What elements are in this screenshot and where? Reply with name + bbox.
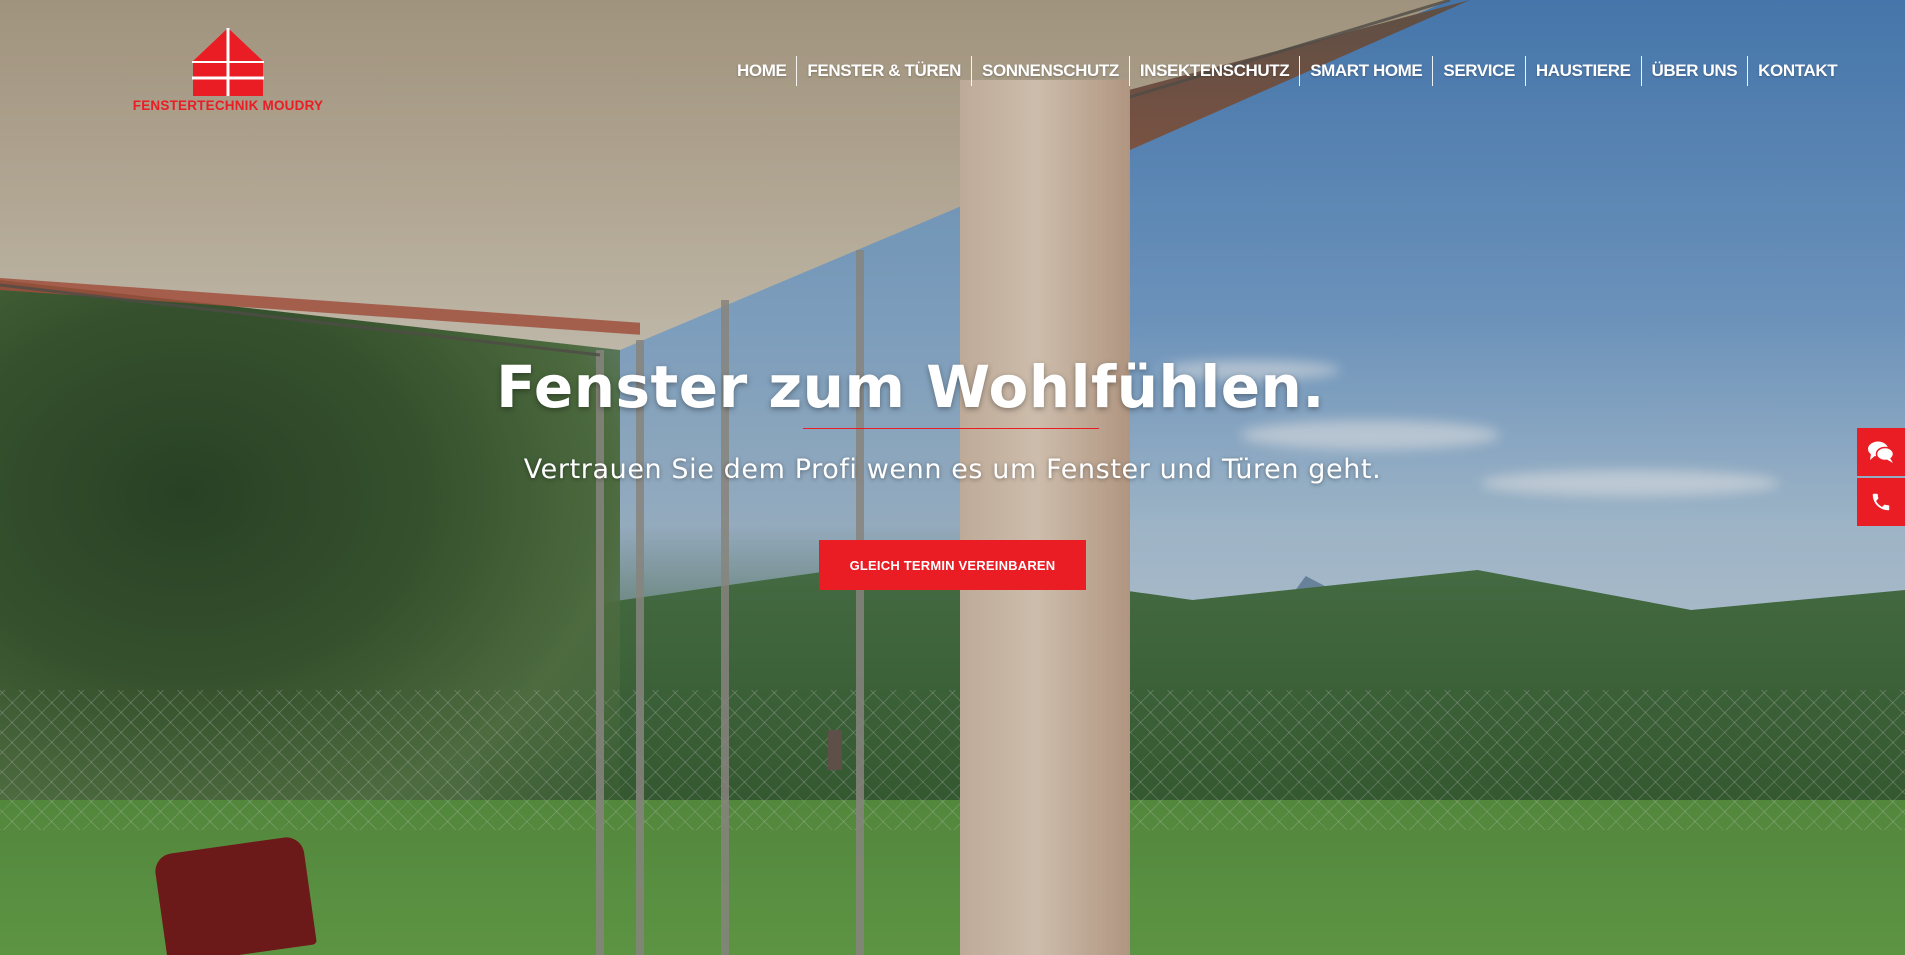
hero-headline: Fenster zum Wohlfühlen. (496, 353, 1325, 421)
nav-item-insektenschutz[interactable]: INSEKTENSCHUTZ (1130, 57, 1299, 85)
chat-button[interactable] (1857, 428, 1905, 476)
headline-underline (803, 428, 1099, 429)
nav-item-haustiere[interactable]: HAUSTIERE (1526, 57, 1641, 85)
nav-item-kontakt[interactable]: KONTAKT (1748, 57, 1847, 85)
nav-item-fenster-tueren[interactable]: FENSTER & TÜREN (797, 57, 971, 85)
hero-subline: Vertrauen Sie dem Profi wenn es um Fenst… (523, 454, 1382, 485)
chat-bubbles-icon (1868, 441, 1894, 463)
nav-item-sonnenschutz[interactable]: SONNENSCHUTZ (972, 57, 1129, 85)
house-logo-icon (192, 28, 264, 96)
main-nav: HOME FENSTER & TÜREN SONNENSCHUTZ INSEKT… (727, 56, 1847, 86)
nav-item-service[interactable]: SERVICE (1433, 57, 1525, 85)
appointment-cta-button[interactable]: GLEICH TERMIN VEREINBAREN (819, 540, 1086, 590)
site-logo[interactable]: FENSTERTECHNIK MOUDRY (117, 28, 339, 120)
nav-item-smart-home[interactable]: SMART HOME (1300, 57, 1432, 85)
nav-item-ueber-uns[interactable]: ÜBER UNS (1642, 57, 1748, 85)
logo-wordmark: FENSTERTECHNIK MOUDRY (132, 98, 324, 113)
phone-icon (1872, 493, 1890, 511)
phone-button[interactable] (1857, 478, 1905, 526)
hero-section: FENSTERTECHNIK MOUDRY HOME FENSTER & TÜR… (0, 0, 1905, 955)
nav-item-home[interactable]: HOME (727, 57, 796, 85)
